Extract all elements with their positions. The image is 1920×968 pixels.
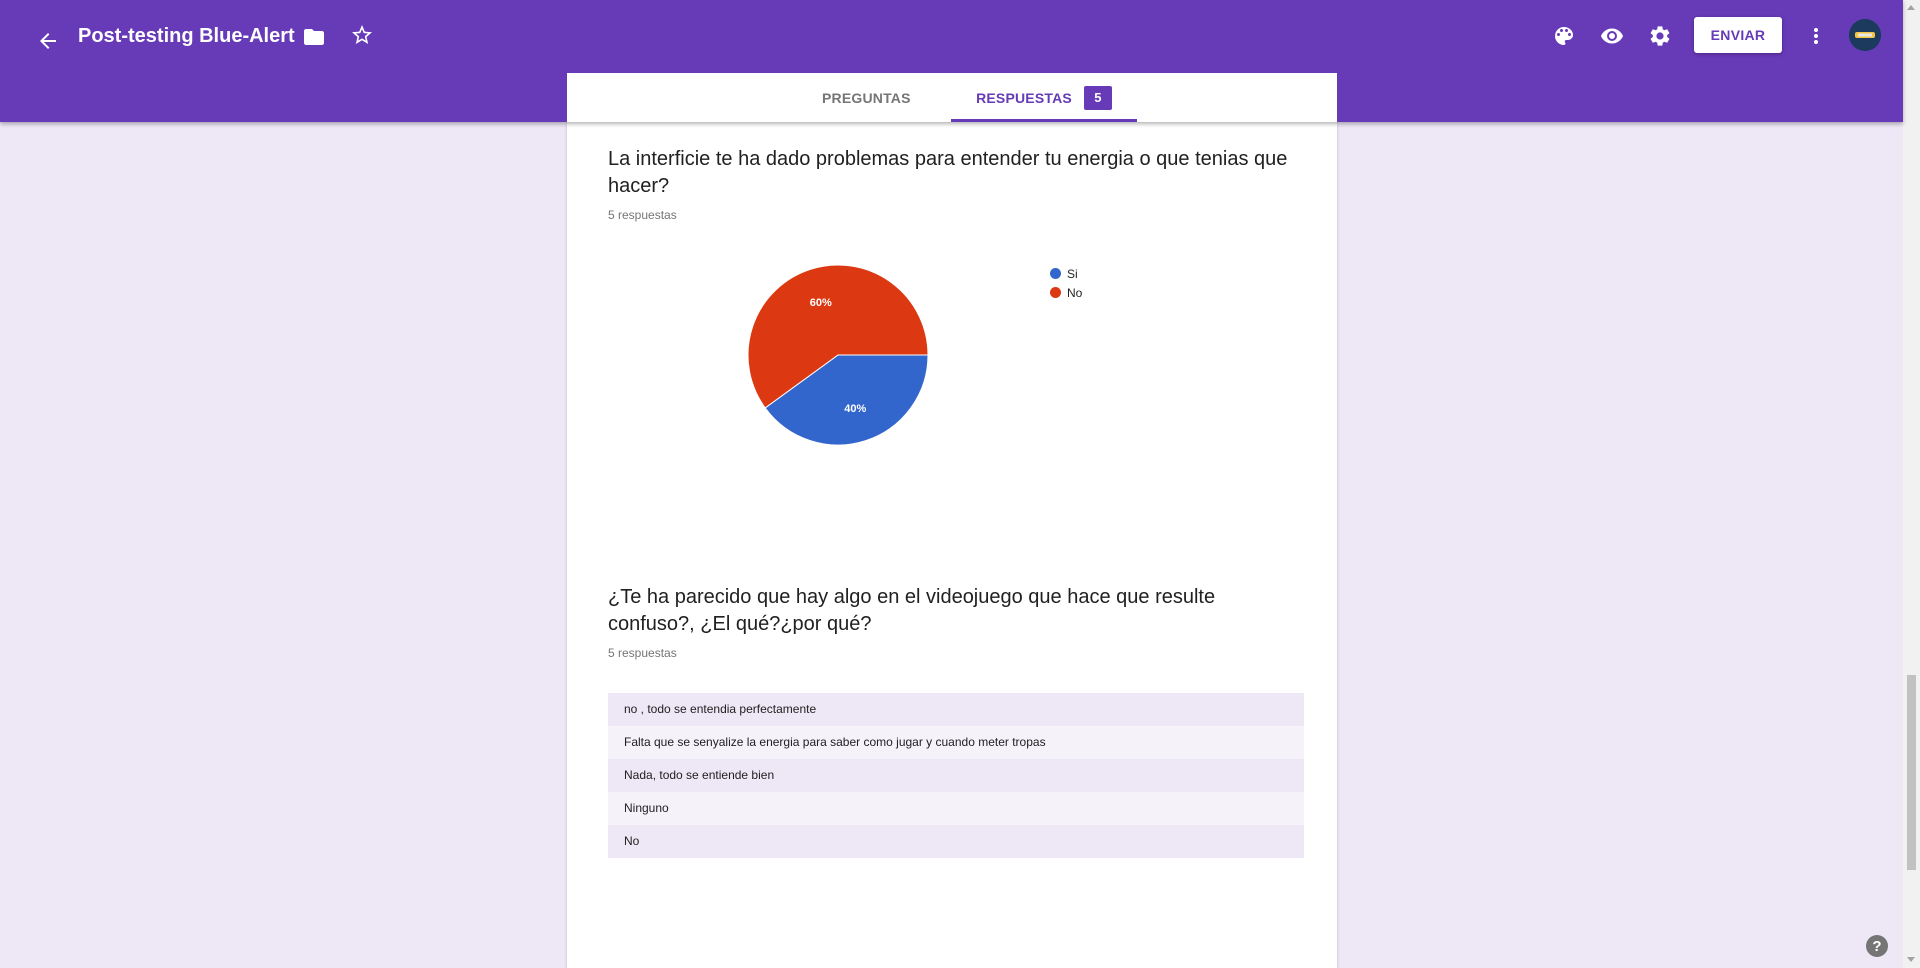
answer-row: Nada, todo se entiende bien — [608, 759, 1304, 792]
scrollbar-thumb[interactable] — [1907, 675, 1916, 870]
settings-gear-icon[interactable] — [1644, 20, 1676, 52]
pie-slice-label: 60% — [810, 297, 832, 309]
legend-item-si: Si — [1050, 264, 1082, 283]
send-button[interactable]: ENVIAR — [1694, 17, 1782, 53]
tab-questions[interactable]: PREGUNTAS — [822, 73, 911, 122]
tab-responses-label: RESPUESTAS — [976, 89, 1072, 106]
legend-item-no: No — [1050, 283, 1082, 302]
back-arrow-icon[interactable] — [28, 21, 68, 61]
answer-row: Falta que se senyalize la energia para s… — [608, 726, 1304, 759]
pie-chart: 40% 60% — [747, 264, 929, 446]
more-vert-icon[interactable] — [1804, 20, 1828, 52]
legend-label-no: No — [1067, 285, 1083, 300]
responses-card: La interficie te ha dado problemas para … — [567, 122, 1337, 968]
legend-swatch-no — [1050, 287, 1061, 298]
palette-icon[interactable] — [1548, 20, 1580, 52]
folder-icon[interactable] — [298, 21, 330, 53]
answer-row: no , todo se entendia perfectamente — [608, 693, 1304, 726]
chart-legend: Si No — [1050, 264, 1082, 302]
tab-responses[interactable]: RESPUESTAS 5 — [951, 73, 1137, 122]
avatar[interactable] — [1849, 19, 1881, 51]
page-scrollbar[interactable] — [1903, 0, 1920, 968]
response-count: 5 respuestas — [608, 646, 677, 660]
responses-count-badge: 5 — [1083, 85, 1112, 110]
help-icon[interactable]: ? — [1866, 935, 1888, 957]
preview-eye-icon[interactable] — [1596, 20, 1628, 52]
scroll-up-arrow-icon[interactable] — [1907, 5, 1915, 10]
legend-swatch-si — [1050, 268, 1061, 279]
tab-bar: PREGUNTAS RESPUESTAS 5 — [567, 73, 1337, 122]
pie-slice-label: 40% — [844, 403, 866, 415]
answer-row: Ninguno — [608, 792, 1304, 825]
scroll-down-arrow-icon[interactable] — [1907, 957, 1915, 962]
legend-label-si: Si — [1067, 266, 1078, 281]
form-title[interactable]: Post-testing Blue-Alert — [78, 22, 295, 50]
answers-list: no , todo se entendia perfectamente Falt… — [608, 693, 1304, 858]
star-icon[interactable] — [346, 19, 378, 51]
question-title: ¿Te ha parecido que hay algo en el video… — [608, 586, 1216, 635]
answer-row: No — [608, 825, 1304, 858]
